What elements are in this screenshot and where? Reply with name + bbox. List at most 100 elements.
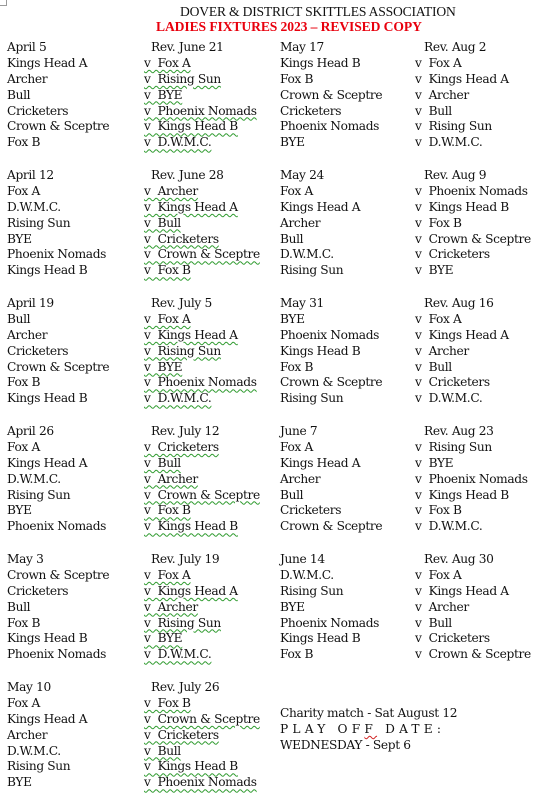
home-team: Fox A — [7, 183, 40, 198]
home-team: BYE — [280, 599, 305, 614]
home-team: Fox B — [280, 647, 314, 662]
away-team: v Kings Head A — [144, 583, 238, 598]
home-team: Phoenix Nomads — [7, 647, 107, 662]
home-team: Phoenix Nomads — [280, 615, 380, 630]
reverse-fixture-date: Rev. July 12 — [151, 424, 220, 438]
reverse-fixture-date: Rev. Aug 30 — [424, 552, 494, 566]
home-team: Kings Head A — [7, 711, 88, 726]
away-team: v Cricketers — [415, 631, 490, 646]
home-team: Archer — [280, 215, 321, 230]
away-team: v Phoenix Nomads — [415, 471, 528, 486]
home-team: Crown & Sceptre — [280, 375, 383, 390]
home-team: Rising Sun — [7, 215, 71, 230]
away-team: v Cricketers — [415, 247, 490, 262]
away-team: v Crown & Sceptre — [415, 647, 531, 662]
fixture-date: June 7 — [280, 424, 318, 438]
playoff-label-text: PLAY OFF DATE: — [280, 721, 446, 736]
home-team: Crown & Sceptre — [7, 119, 110, 134]
away-team: v Fox A — [144, 55, 191, 70]
fixture-date: April 12 — [7, 168, 54, 182]
reverse-fixture-date: Rev. Aug 23 — [424, 424, 494, 438]
fixture-date: April 5 — [7, 40, 47, 54]
away-team: v Bull — [144, 215, 181, 230]
reverse-fixture-date: Rev. July 5 — [151, 296, 212, 310]
away-team: v Bull — [415, 359, 452, 374]
home-team: BYE — [280, 135, 305, 150]
away-team: v Kings Head B — [415, 487, 509, 502]
away-team: v Fox B — [144, 695, 191, 710]
away-team: v Bull — [144, 455, 181, 470]
reverse-fixture-date: Rev. July 26 — [151, 680, 220, 694]
away-team: v BYE — [144, 87, 183, 102]
away-team: v Fox B — [415, 215, 462, 230]
away-team: v Rising Sun — [415, 119, 492, 134]
home-team: Rising Sun — [280, 583, 344, 598]
away-team: v Kings Head B — [144, 119, 238, 134]
away-team: v Cricketers — [144, 439, 219, 454]
away-team: v Fox A — [415, 567, 462, 582]
away-team: v Archer — [144, 183, 198, 198]
away-team: v Phoenix Nomads — [144, 775, 257, 790]
away-team: v Phoenix Nomads — [415, 183, 528, 198]
home-team: Crown & Sceptre — [7, 567, 110, 582]
away-team: v Bull — [415, 615, 452, 630]
away-team: v Rising Sun — [144, 615, 221, 630]
fixture-date: June 14 — [280, 552, 325, 566]
away-team: v Kings Head A — [415, 71, 509, 86]
home-team: Cricketers — [7, 583, 69, 598]
home-team: Cricketers — [7, 343, 69, 358]
playoff-date: WEDNESDAY - Sept 6 — [280, 737, 411, 752]
home-team: Bull — [7, 311, 31, 326]
home-team: Fox A — [280, 439, 313, 454]
away-team: v Rising Sun — [415, 439, 492, 454]
home-team: D.W.M.C. — [7, 743, 61, 758]
home-team: Bull — [7, 87, 31, 102]
reverse-fixture-date: Rev. June 28 — [151, 168, 224, 182]
fixture-date: May 24 — [280, 168, 324, 182]
away-team: v Fox A — [144, 311, 191, 326]
notes-section: Charity match - Sat August 12 PLAY OFF D… — [280, 706, 458, 754]
home-team: Kings Head B — [280, 631, 361, 646]
away-team: v Rising Sun — [144, 343, 221, 358]
fixture-date: May 17 — [280, 40, 324, 54]
home-team: Kings Head B — [7, 391, 88, 406]
away-team: v Bull — [144, 743, 181, 758]
away-team: v Cricketers — [144, 231, 219, 246]
away-team: v D.W.M.C. — [144, 647, 212, 662]
home-team: Crown & Sceptre — [7, 359, 110, 374]
away-team: v Rising Sun — [144, 71, 221, 86]
reverse-fixture-date: Rev. June 21 — [151, 40, 224, 54]
fixtures-subtitle: LADIES FIXTURES 2023 – REVISED COPY — [156, 19, 422, 34]
association-title: DOVER & DISTRICT SKITTLES ASSOCIATION — [180, 4, 456, 19]
home-team: BYE — [280, 311, 305, 326]
home-team: Cricketers — [280, 503, 342, 518]
home-team: Fox B — [280, 71, 314, 86]
home-team: Bull — [7, 599, 31, 614]
home-team: BYE — [7, 231, 32, 246]
home-team: Fox B — [7, 135, 41, 150]
away-team: v D.W.M.C. — [144, 391, 212, 406]
home-team: Bull — [280, 487, 304, 502]
away-team: v D.W.M.C. — [415, 519, 483, 534]
away-team: v Crown & Sceptre — [144, 487, 260, 502]
fixture-date: May 10 — [7, 680, 51, 694]
home-team: Rising Sun — [7, 759, 71, 774]
away-team: v D.W.M.C. — [144, 135, 212, 150]
home-team: Phoenix Nomads — [280, 119, 380, 134]
away-team: v Fox A — [415, 311, 462, 326]
away-team: v Fox B — [144, 263, 191, 278]
away-team: v Cricketers — [144, 727, 219, 742]
home-team: D.W.M.C. — [280, 567, 334, 582]
home-team: Kings Head B — [7, 631, 88, 646]
home-team: BYE — [7, 503, 32, 518]
home-team: Kings Head B — [7, 263, 88, 278]
home-team: Phoenix Nomads — [7, 247, 107, 262]
home-team: Crown & Sceptre — [280, 519, 383, 534]
away-team: v Kings Head A — [415, 583, 509, 598]
away-team: v Kings Head B — [144, 759, 238, 774]
home-team: Fox B — [7, 615, 41, 630]
away-team: v Fox B — [144, 503, 191, 518]
away-team: v BYE — [144, 359, 183, 374]
away-team: v Fox B — [415, 503, 462, 518]
away-team: v Crown & Sceptre — [144, 247, 260, 262]
